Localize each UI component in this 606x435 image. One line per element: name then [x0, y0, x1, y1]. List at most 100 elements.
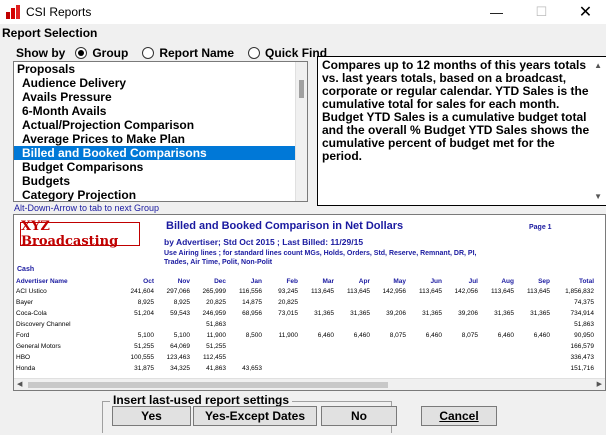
- table-cell: 93,245: [278, 288, 298, 295]
- scroll-left-arrow-icon[interactable]: ◀: [17, 379, 22, 390]
- table-row: Discovery Channel 51,863 51,863: [16, 319, 594, 330]
- list-item[interactable]: Audience Delivery: [14, 76, 297, 90]
- table-row: ACI Ustico 241,604 297,066 265,999 116,556 93…: [16, 286, 594, 297]
- preview-horizontal-scrollbar[interactable]: ◀ ▶: [14, 378, 605, 390]
- table-cell: 43,653: [242, 365, 262, 372]
- list-item[interactable]: Budget Comparisons: [14, 160, 297, 174]
- preview-note: Use Airing lines ; for standard lines co…: [164, 250, 477, 266]
- table-cell: [298, 352, 334, 363]
- radio-icon[interactable]: [248, 47, 261, 59]
- table-cell: 90,950: [574, 332, 594, 339]
- minimize-button[interactable]: —: [474, 0, 519, 24]
- company-logo: XYZ Broadcasting: [20, 219, 140, 249]
- preview-section-heading: Cash: [17, 266, 35, 273]
- table-cell: [334, 341, 370, 352]
- table-cell: 112,455: [202, 354, 226, 361]
- table-cell: 113,645: [310, 288, 334, 295]
- radio-label: Report Name: [159, 46, 235, 60]
- table-cell: [406, 341, 442, 352]
- list-item[interactable]: Average Prices to Make Plan: [14, 132, 297, 146]
- table-cell: 6,460: [353, 332, 370, 339]
- table-cell: 31,365: [494, 310, 514, 317]
- table-cell: 8,925: [173, 299, 190, 306]
- list-item[interactable]: Billed and Booked Comparisons: [14, 146, 297, 160]
- list-item[interactable]: Budgets: [14, 174, 297, 188]
- table-cell: 31,365: [422, 310, 442, 317]
- table-cell: [478, 352, 514, 363]
- table-cell: [334, 297, 370, 308]
- table-cell: 8,075: [461, 332, 478, 339]
- yes-except-dates-button[interactable]: Yes-Except Dates: [193, 406, 317, 426]
- column-header: Nov: [177, 278, 190, 285]
- table-cell: [226, 352, 262, 363]
- table-cell: [442, 363, 478, 374]
- table-cell: [262, 341, 298, 352]
- scroll-down-arrow-icon[interactable]: ▼: [594, 190, 602, 203]
- table-cell: 113,645: [490, 288, 514, 295]
- scrollbar-thumb[interactable]: [28, 382, 388, 388]
- report-list[interactable]: Proposals Audience Delivery Avails Pressur…: [13, 61, 308, 202]
- table-cell: [154, 319, 190, 330]
- list-item[interactable]: Category Projection: [14, 188, 297, 201]
- show-by-group: Show by Group Report Name Quick Find: [16, 46, 327, 60]
- table-cell: [262, 319, 298, 330]
- list-scrollbar[interactable]: [295, 62, 307, 201]
- cancel-button[interactable]: Cancel: [421, 406, 497, 426]
- table-cell: 113,645: [346, 288, 370, 295]
- table-cell: 8,500: [245, 332, 262, 339]
- column-header: Apr: [358, 278, 370, 285]
- maximize-button[interactable]: ☐: [519, 0, 564, 24]
- radio-quick-find-option[interactable]: Quick Find: [248, 46, 327, 60]
- keyboard-hint: Alt-Down-Arrow to tab to next Group: [14, 203, 160, 213]
- table-cell: 68,956: [242, 310, 262, 317]
- radio-icon[interactable]: [142, 47, 155, 59]
- table-row: Bayer 8,925 8,925 20,825 14,875 20,825 74,375: [16, 297, 594, 308]
- close-button[interactable]: ✕: [563, 0, 606, 24]
- table-cell: [370, 297, 406, 308]
- table-cell: 6,460: [497, 332, 514, 339]
- table-cell: Ford: [16, 332, 30, 339]
- scroll-up-arrow-icon[interactable]: ▲: [594, 59, 602, 72]
- table-cell: 8,925: [137, 299, 154, 306]
- column-header: Total: [578, 278, 594, 285]
- table-cell: 51,204: [134, 310, 154, 317]
- table-cell: 113,645: [418, 288, 442, 295]
- table-cell: [370, 319, 406, 330]
- window-title: CSI Reports: [26, 5, 92, 19]
- yes-button[interactable]: Yes: [112, 406, 191, 426]
- table-cell: [262, 352, 298, 363]
- radio-label: Group: [92, 46, 129, 60]
- preview-subtitle: by Advertiser; Std Oct 2015 ; Last Bille…: [164, 237, 364, 247]
- column-header: Mar: [322, 278, 334, 285]
- table-cell: [262, 363, 298, 374]
- list-item[interactable]: 6-Month Avails: [14, 104, 297, 118]
- table-cell: [298, 319, 334, 330]
- table-cell: [334, 352, 370, 363]
- scroll-right-arrow-icon[interactable]: ▶: [597, 379, 602, 390]
- list-group-header[interactable]: Proposals: [14, 62, 297, 76]
- table-cell: Bayer: [16, 299, 33, 306]
- list-item[interactable]: Actual/Projection Comparison: [14, 118, 297, 132]
- scrollbar-thumb[interactable]: [299, 80, 304, 98]
- table-cell: 14,875: [242, 299, 262, 306]
- radio-report-name-option[interactable]: Report Name: [142, 46, 234, 60]
- radio-icon[interactable]: [75, 47, 88, 59]
- table-cell: 39,206: [386, 310, 406, 317]
- table-row: Coca-Cola 51,204 59,543 246,959 68,956 73,015…: [16, 308, 594, 319]
- list-item[interactable]: Avails Pressure: [14, 90, 297, 104]
- column-header: Jun: [430, 278, 442, 285]
- table-cell: 297,066: [166, 288, 191, 295]
- column-header: Jan: [250, 278, 262, 285]
- radio-group-option[interactable]: Group: [75, 46, 128, 60]
- table-cell: [406, 319, 442, 330]
- table-cell: 11,900: [278, 332, 298, 339]
- table-cell: 31,875: [134, 365, 154, 372]
- table-cell: 113,645: [526, 288, 550, 295]
- no-button[interactable]: No: [321, 406, 397, 426]
- table-cell: 11,900: [206, 332, 226, 339]
- table-cell: 59,543: [170, 310, 190, 317]
- table-cell: [442, 319, 478, 330]
- description-text: Compares up to 12 months of this years t…: [322, 58, 590, 163]
- table-cell: 74,375: [574, 299, 594, 306]
- table-cell: [478, 297, 514, 308]
